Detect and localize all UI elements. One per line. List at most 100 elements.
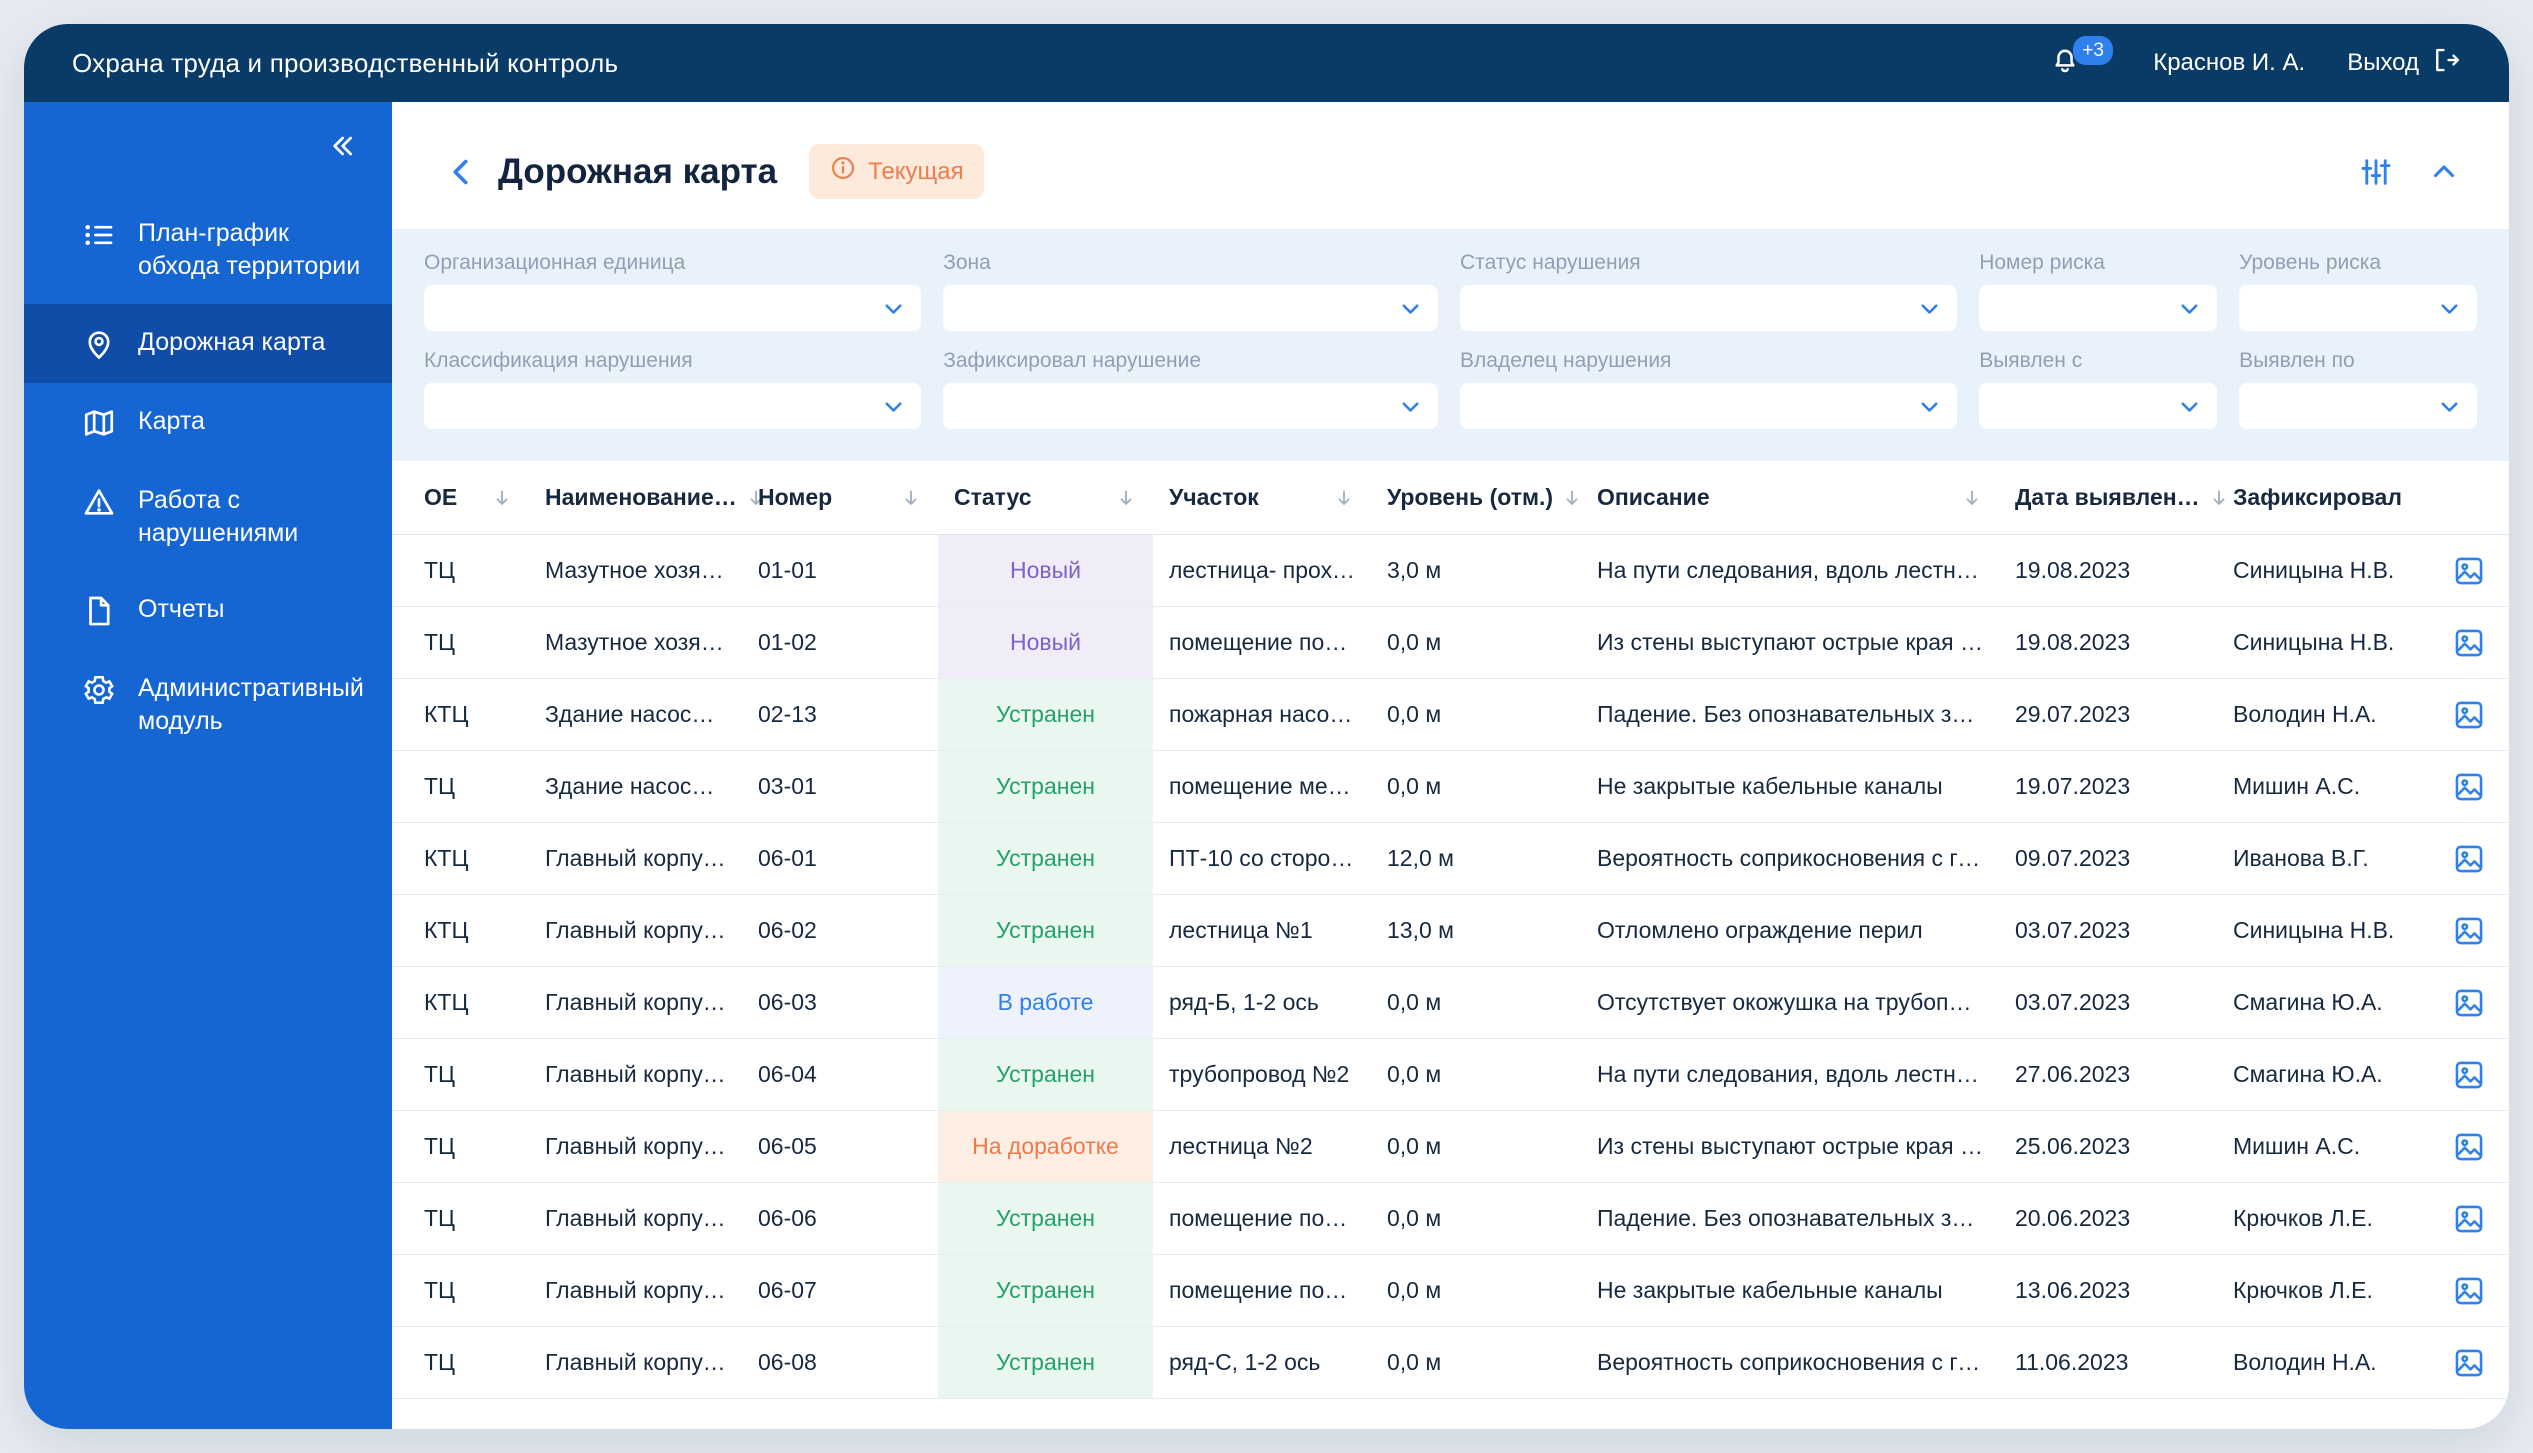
cell-date: 19.08.2023 bbox=[1999, 606, 2217, 679]
column-header[interactable]: Описание bbox=[1581, 461, 1999, 535]
cell-photo bbox=[2429, 678, 2509, 751]
sort-arrow-icon[interactable] bbox=[900, 487, 922, 509]
sidebar-item-checklist[interactable]: План-график обхода территории bbox=[24, 195, 392, 304]
sort-arrow-icon[interactable] bbox=[2208, 487, 2230, 509]
sidebar-item-document[interactable]: Отчеты bbox=[24, 571, 392, 650]
cell-level: 12,0 м bbox=[1371, 822, 1581, 895]
logout-button[interactable]: Выход bbox=[2347, 45, 2461, 82]
table-row[interactable]: КТЦ Главный корпус, б… 06-03 В работе ряд-Б,… bbox=[392, 966, 2509, 1039]
sort-arrow-icon[interactable] bbox=[491, 487, 513, 509]
column-header[interactable]: Наименование… bbox=[529, 461, 762, 535]
cell-name: Здание насосной… bbox=[529, 678, 742, 751]
sort-arrow-icon[interactable] bbox=[1115, 487, 1137, 509]
main-content: Дорожная карта Текущая Организационная е… bbox=[392, 102, 2509, 1429]
table-row[interactable]: ТЦ Главный корпус, б… 06-07 Устранен помещен… bbox=[392, 1254, 2509, 1327]
photo-icon[interactable] bbox=[2452, 554, 2486, 588]
cell-date: 20.06.2023 bbox=[1999, 1182, 2217, 1255]
sidebar-item-warning-triangle[interactable]: Работа с нарушениями bbox=[24, 462, 392, 571]
cell-recorded-by: Смагина Ю.А. bbox=[2217, 966, 2429, 1039]
cell-photo bbox=[2429, 1038, 2509, 1111]
photo-icon[interactable] bbox=[2452, 626, 2486, 660]
filter-label: Организационная единица bbox=[424, 251, 686, 274]
cell-area: ряд-С, 1-2 ось bbox=[1153, 1326, 1371, 1399]
cell-date: 09.07.2023 bbox=[1999, 822, 2217, 895]
cell-area: лестница №2 bbox=[1153, 1110, 1371, 1183]
user-name[interactable]: Краснов И. А. bbox=[2153, 49, 2305, 77]
cell-recorded-by: Синицына Н.В. bbox=[2217, 894, 2429, 967]
sort-arrow-icon[interactable] bbox=[1961, 487, 1983, 509]
cell-recorded-by: Крючков Л.Е. bbox=[2217, 1182, 2429, 1255]
cell-level: 0,0 м bbox=[1371, 1326, 1581, 1399]
column-header[interactable]: Зафиксировал bbox=[2217, 461, 2429, 535]
filter-select[interactable] bbox=[2239, 383, 2477, 429]
cell-recorded-by: Синицына Н.В. bbox=[2217, 606, 2429, 679]
cell-number: 06-05 bbox=[742, 1110, 938, 1183]
filter-select[interactable] bbox=[943, 285, 1439, 331]
cell-oe: ТЦ bbox=[392, 1038, 529, 1111]
table-row[interactable]: ТЦ Главный корпус, б… 06-08 Устранен ряд-С, … bbox=[392, 1326, 2509, 1399]
sort-arrow-icon[interactable] bbox=[1561, 487, 1583, 509]
sidebar-item-label: Работа с нарушениями bbox=[138, 486, 299, 547]
sidebar-collapse-button[interactable] bbox=[292, 102, 392, 175]
filter-field: Владелец нарушения bbox=[1460, 349, 1958, 429]
photo-icon[interactable] bbox=[2452, 698, 2486, 732]
column-header-label: Наименование… bbox=[545, 484, 737, 510]
collapse-filters-chevron-up-icon[interactable] bbox=[2427, 155, 2461, 189]
cell-area: помещение поноо… bbox=[1153, 1254, 1371, 1327]
photo-icon[interactable] bbox=[2452, 1130, 2486, 1164]
table-row[interactable]: КТЦ Здание насосной… 02-13 Устранен пожарная… bbox=[392, 678, 2509, 751]
table-row[interactable]: ТЦ Главный корпус, б… 06-04 Устранен трубопр… bbox=[392, 1038, 2509, 1111]
filter-select[interactable] bbox=[424, 285, 922, 331]
cell-area: помещение поноо… bbox=[1153, 1182, 1371, 1255]
table-row[interactable]: ТЦ Главный корпус, б… 06-06 Устранен помещен… bbox=[392, 1182, 2509, 1255]
cell-name: Мазутное хозяйст… bbox=[529, 534, 742, 607]
column-header[interactable]: Участок bbox=[1153, 461, 1371, 535]
photo-icon[interactable] bbox=[2452, 1274, 2486, 1308]
page-header: Дорожная карта Текущая bbox=[392, 102, 2509, 229]
sort-arrow-icon[interactable] bbox=[1333, 487, 1355, 509]
column-header[interactable]: Номер bbox=[742, 461, 938, 535]
photo-icon[interactable] bbox=[2452, 914, 2486, 948]
filter-select[interactable] bbox=[1979, 383, 2218, 429]
column-header[interactable]: Статус bbox=[938, 461, 1153, 535]
cell-date: 27.06.2023 bbox=[1999, 1038, 2217, 1111]
filter-settings-icon[interactable] bbox=[2359, 155, 2393, 189]
logout-icon bbox=[2431, 45, 2461, 82]
notifications-button[interactable]: +3 bbox=[2049, 35, 2113, 83]
filter-label: Уровень риска bbox=[2239, 251, 2382, 274]
filter-select[interactable] bbox=[1460, 285, 1958, 331]
photo-icon[interactable] bbox=[2452, 986, 2486, 1020]
photo-icon[interactable] bbox=[2452, 842, 2486, 876]
column-header[interactable]: Дата выявлен… bbox=[1999, 461, 2225, 535]
table-row[interactable]: ТЦ Главный корпус, б… 06-05 На доработке лес… bbox=[392, 1110, 2509, 1183]
column-header[interactable]: Уровень (отм.) bbox=[1371, 461, 1581, 535]
table-row[interactable]: КТЦ Главный корпус, б… 06-01 Устранен ПТ-10 … bbox=[392, 822, 2509, 895]
back-button[interactable] bbox=[444, 154, 480, 190]
table-row[interactable]: КТЦ Главный корпус, б… 06-02 Устранен лестни… bbox=[392, 894, 2509, 967]
table-row[interactable]: ТЦ Мазутное хозяйст… 01-02 Новый помещение п… bbox=[392, 606, 2509, 679]
photo-icon[interactable] bbox=[2452, 770, 2486, 804]
column-header-label: Зафиксировал bbox=[2233, 484, 2402, 510]
photo-icon[interactable] bbox=[2452, 1058, 2486, 1092]
sidebar-item-gear[interactable]: Административный модуль bbox=[24, 650, 392, 759]
app-title: Охрана труда и производственный контроль bbox=[72, 47, 619, 78]
table-row[interactable]: ТЦ Здание насосной… 03-01 Устранен помещение… bbox=[392, 750, 2509, 823]
filter-select[interactable] bbox=[424, 383, 922, 429]
filter-select[interactable] bbox=[1979, 285, 2218, 331]
photo-icon[interactable] bbox=[2452, 1202, 2486, 1236]
filter-select[interactable] bbox=[943, 383, 1439, 429]
chevron-down-icon bbox=[2176, 295, 2203, 322]
filter-select[interactable] bbox=[1460, 383, 1958, 429]
filter-select[interactable] bbox=[2239, 285, 2477, 331]
column-header[interactable]: ОЕ bbox=[392, 461, 529, 535]
cell-area: ПТ-10 со стороны… bbox=[1153, 822, 1371, 895]
sidebar-item-location-pin[interactable]: Дорожная карта bbox=[24, 304, 392, 383]
table-row[interactable]: ТЦ Мазутное хозяйст… 01-01 Новый лестница- п… bbox=[392, 534, 2509, 607]
photo-icon[interactable] bbox=[2452, 1346, 2486, 1380]
column-header-label: Описание bbox=[1597, 484, 1710, 510]
cell-level: 0,0 м bbox=[1371, 966, 1581, 1039]
cell-recorded-by: Крючков Л.Е. bbox=[2217, 1254, 2429, 1327]
sidebar-item-map[interactable]: Карта bbox=[24, 383, 392, 462]
header-actions bbox=[2359, 155, 2461, 189]
cell-name: Главный корпус, б… bbox=[529, 1254, 742, 1327]
